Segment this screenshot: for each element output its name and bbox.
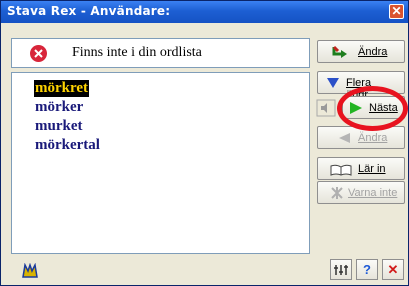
ignore-button[interactable]: Varna inte [317, 181, 405, 204]
stop-icon [30, 45, 47, 62]
ignore-icon [331, 187, 343, 199]
title-bar: Stava Rex - Användare: ✕ [1, 1, 408, 23]
ignore-label: Varna inte [348, 187, 398, 199]
speaker-icon[interactable] [316, 99, 336, 117]
help-icon[interactable]: ? [356, 259, 378, 280]
down-triangle-icon [327, 78, 339, 88]
book-icon [330, 164, 352, 176]
change-label: Ändra [358, 46, 388, 58]
learn-label: Lär in [358, 163, 386, 175]
learn-button[interactable]: Lär in [317, 157, 405, 180]
status-text: Finns inte i din ordlista [72, 45, 202, 60]
rex-logo-icon[interactable] [21, 263, 39, 279]
settings-icon[interactable] [330, 259, 352, 280]
suggestion-item[interactable]: murket [34, 118, 84, 135]
suggestion-item[interactable]: mörker [34, 99, 84, 116]
window-title: Stava Rex - Användare: [7, 4, 171, 18]
status-field: Finns inte i din ordlista [11, 38, 310, 68]
close-icon[interactable]: ✕ [389, 4, 404, 19]
change-button[interactable]: Ändra [317, 40, 405, 63]
highlight-circle [337, 86, 408, 131]
suggestion-list[interactable]: mörkret mörker murket mörkertal [11, 72, 310, 254]
close-dialog-icon[interactable]: ✕ [382, 259, 404, 280]
change-arrow-icon [332, 45, 347, 58]
suggestion-item[interactable]: mörkertal [34, 137, 101, 154]
back-arrow-icon [339, 133, 350, 143]
suggestion-item[interactable]: mörkret [34, 80, 90, 97]
undo-change-label: Ändra [358, 132, 388, 144]
app-window: Stava Rex - Användare: ✕ Finns inte i di… [0, 0, 409, 286]
